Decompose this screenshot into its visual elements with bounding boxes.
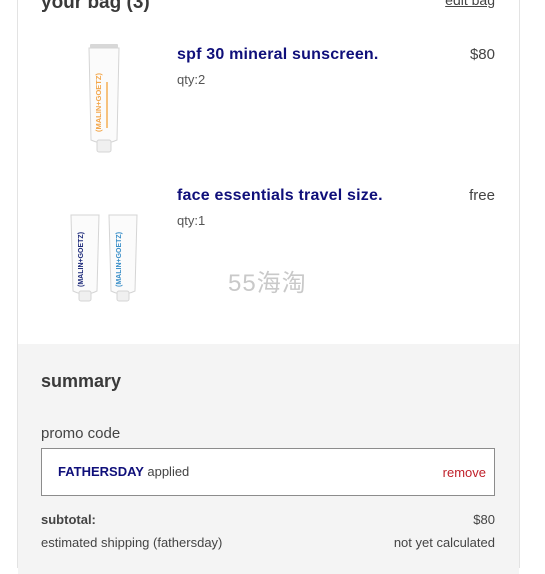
item-name[interactable]: spf 30 mineral sunscreen. xyxy=(177,46,379,64)
watermark: 55海淘 xyxy=(228,270,307,297)
shipping-value: not yet calculated xyxy=(393,535,495,550)
order-summary: summary promo code FATHERSDAY applied re… xyxy=(18,344,519,574)
item-qty: qty:1 xyxy=(177,213,206,228)
item-price: free xyxy=(469,187,495,204)
svg-text:(MALIN+GOETZ): (MALIN+GOETZ) xyxy=(94,73,103,132)
bag-header: your bag (3) edit bag xyxy=(41,0,495,20)
bag-item-sunscreen: (MALIN+GOETZ) spf 30 mineral sunscreen. … xyxy=(41,42,495,172)
item-qty: qty:2 xyxy=(177,72,206,87)
remove-promo-button[interactable]: remove xyxy=(443,465,486,480)
sunscreen-tube-image[interactable]: (MALIN+GOETZ) xyxy=(41,42,161,172)
promo-code-value: FATHERSDAY xyxy=(58,464,144,479)
promo-code-label: promo code xyxy=(41,425,121,442)
svg-text:(MALIN+GOETZ): (MALIN+GOETZ) xyxy=(78,232,85,287)
item-price: $80 xyxy=(469,46,495,63)
travel-tubes-image[interactable]: (MALIN+GOETZ) (MALIN+GOETZ) xyxy=(41,211,161,341)
shipping-label: estimated shipping (fathersday) xyxy=(41,535,223,550)
promo-code-field[interactable]: FATHERSDAY applied remove xyxy=(41,448,495,496)
subtotal-value: $80 xyxy=(473,512,495,527)
applied-promo-code: FATHERSDAY applied xyxy=(58,464,189,479)
promo-status: applied xyxy=(147,464,190,479)
item-name[interactable]: face essentials travel size. xyxy=(177,187,383,205)
subtotal-label: subtotal: xyxy=(41,512,96,527)
summary-title: summary xyxy=(41,371,122,391)
svg-text:(MALIN+GOETZ): (MALIN+GOETZ) xyxy=(116,232,123,287)
edit-bag-link[interactable]: edit bag xyxy=(445,0,495,8)
bag-title: your bag (3) xyxy=(41,0,150,13)
